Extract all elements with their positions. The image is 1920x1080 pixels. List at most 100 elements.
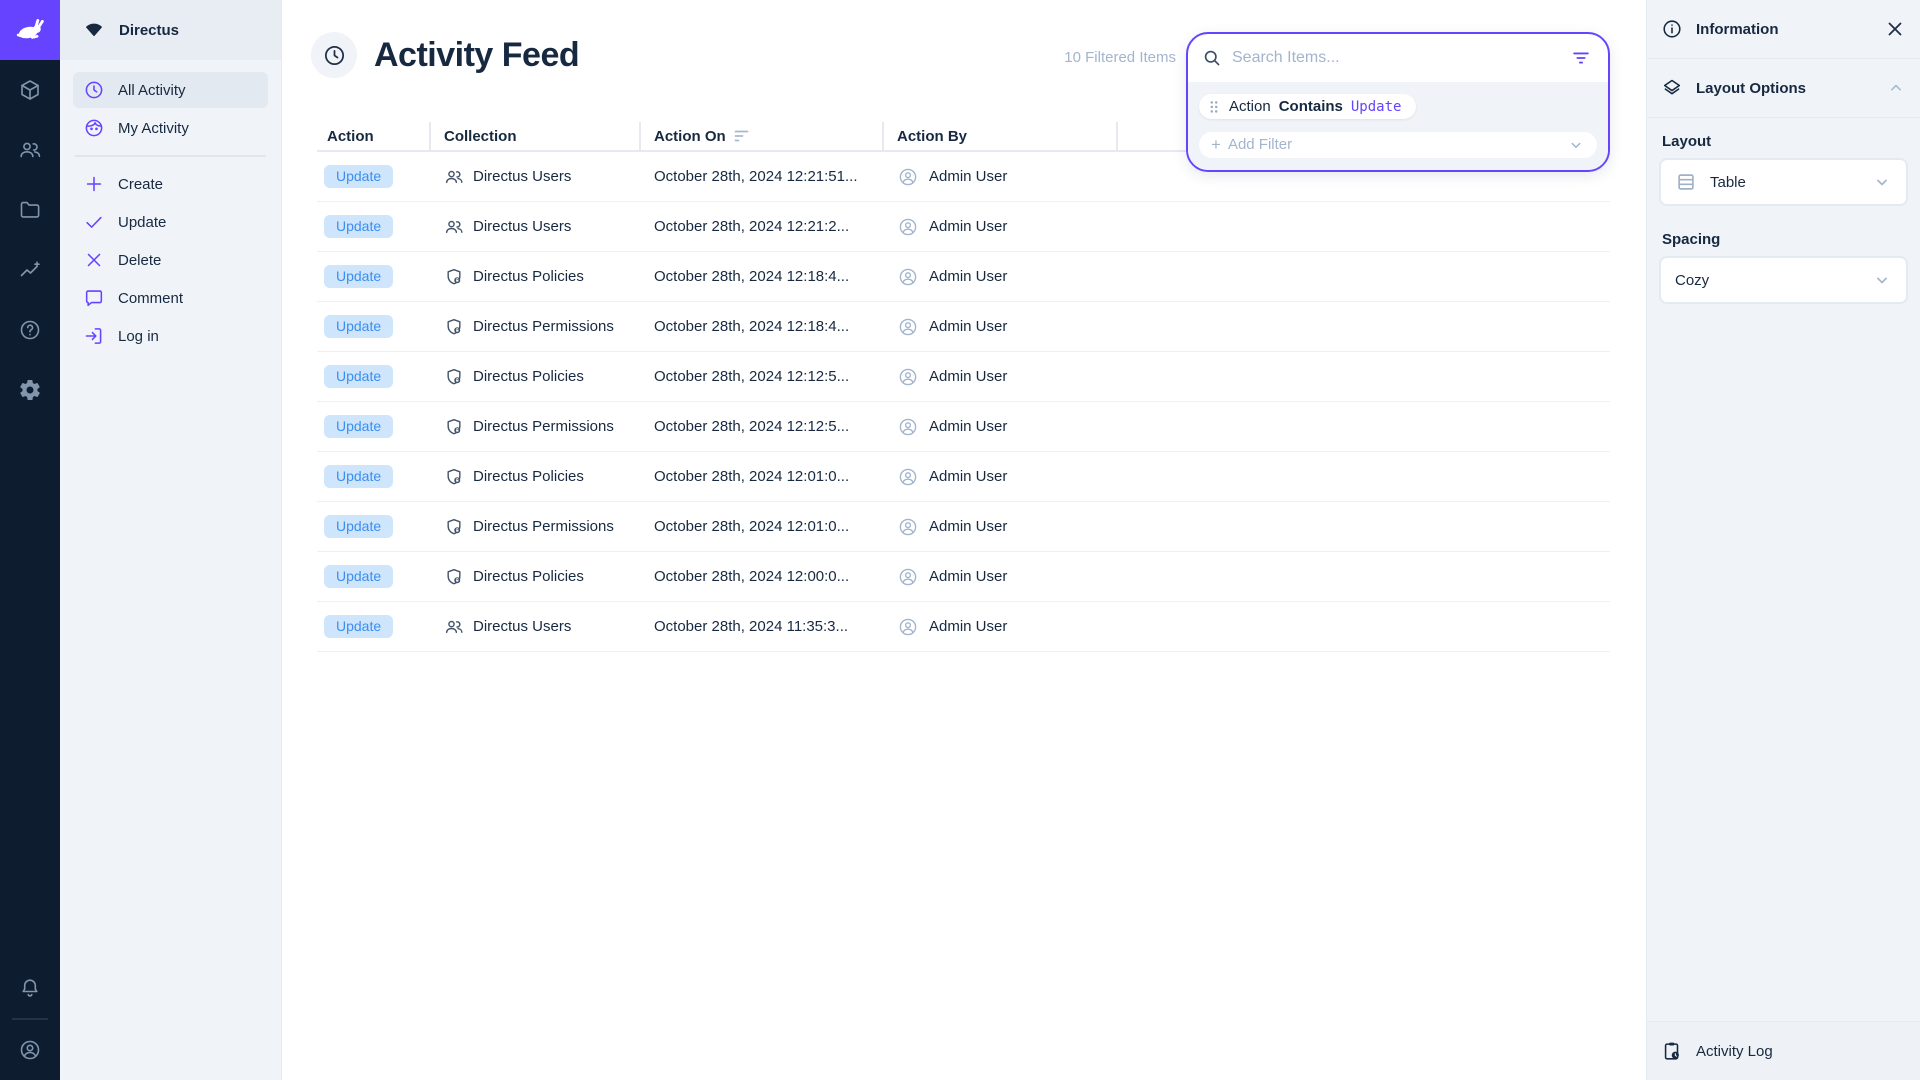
users-icon (18, 138, 42, 162)
table-row[interactable]: Update Directus Policies October 28th, 2… (317, 552, 1610, 602)
action-badge: Update (324, 265, 393, 288)
nav-item-update[interactable]: Update (73, 204, 268, 240)
layout-select[interactable]: Table (1659, 158, 1908, 206)
drag-handle-icon[interactable] (1207, 99, 1221, 115)
table-row[interactable]: Update Directus Policies October 28th, 2… (317, 452, 1610, 502)
current-user-button[interactable] (0, 1020, 60, 1080)
cell-action-by: Admin User (884, 516, 1118, 538)
collection-icon (444, 267, 464, 287)
table-body: Update Directus Users October 28th, 2024… (317, 152, 1610, 652)
project-header[interactable]: Directus (60, 0, 281, 60)
table-row[interactable]: Update Directus Permissions October 28th… (317, 502, 1610, 552)
column-header-action[interactable]: Action (317, 122, 431, 150)
nav-item-login[interactable]: Log in (73, 318, 268, 354)
module-insights[interactable] (0, 240, 60, 300)
layout-options-content: Layout Table Spacing Cozy (1647, 118, 1920, 1021)
action-badge: Update (324, 215, 393, 238)
nav-item-create[interactable]: Create (73, 166, 268, 202)
column-header-action-on[interactable]: Action On (641, 122, 884, 150)
sort-descending-icon (734, 129, 750, 143)
module-help[interactable] (0, 300, 60, 360)
cell-action: Update (317, 365, 431, 388)
module-content[interactable] (0, 60, 60, 120)
spacing-select[interactable]: Cozy (1659, 256, 1908, 304)
module-files[interactable] (0, 180, 60, 240)
cell-action-by: Admin User (884, 466, 1118, 488)
check-icon (83, 211, 105, 233)
table-row[interactable]: Update Directus Policies October 28th, 2… (317, 252, 1610, 302)
spacing-select-value: Cozy (1675, 272, 1859, 289)
nav-sidebar: Directus All Activity My Activity Create… (60, 0, 282, 1080)
layout-field-label: Layout (1662, 133, 1908, 150)
action-by-name: Admin User (929, 318, 1007, 335)
cell-action-on: October 28th, 2024 12:00:0... (641, 568, 884, 585)
column-header-collection[interactable]: Collection (431, 122, 641, 150)
nav-item-delete[interactable]: Delete (73, 242, 268, 278)
active-filter-chip[interactable]: Action Contains Update (1199, 94, 1416, 119)
plus-icon: + (1211, 136, 1221, 153)
filter-icon[interactable] (1570, 47, 1592, 69)
activity-log-label: Activity Log (1696, 1043, 1773, 1060)
table-row[interactable]: Update Directus Permissions October 28th… (317, 302, 1610, 352)
action-by-name: Admin User (929, 618, 1007, 635)
table-row[interactable]: Update Directus Permissions October 28th… (317, 402, 1610, 452)
module-users[interactable] (0, 120, 60, 180)
user-avatar-icon (897, 516, 919, 538)
activity-log-button[interactable]: Activity Log (1647, 1021, 1920, 1080)
collection-name: Directus Policies (473, 368, 584, 385)
table-row[interactable]: Update Directus Users October 28th, 2024… (317, 202, 1610, 252)
nav-item-comment[interactable]: Comment (73, 280, 268, 316)
filtered-items-count: 10 Filtered Items (1064, 49, 1176, 66)
chevron-down-icon (1567, 136, 1585, 154)
collection-name: Directus Users (473, 618, 571, 635)
action-badge: Update (324, 615, 393, 638)
search-input[interactable] (1232, 49, 1560, 67)
column-header-action-by[interactable]: Action By (884, 122, 1118, 150)
module-bar (0, 0, 60, 1080)
table-row[interactable]: Update Directus Policies October 28th, 2… (317, 352, 1610, 402)
cell-action-by: Admin User (884, 266, 1118, 288)
action-badge: Update (324, 515, 393, 538)
info-icon (1661, 18, 1683, 40)
help-icon (18, 318, 42, 342)
table-row[interactable]: Update Directus Users October 28th, 2024… (317, 602, 1610, 652)
cell-action-by: Admin User (884, 216, 1118, 238)
user-avatar-icon (897, 366, 919, 388)
nav-item-label: All Activity (118, 82, 186, 99)
nav-divider (75, 155, 266, 157)
activity-log-icon (1661, 1040, 1683, 1062)
user-avatar-icon (18, 1038, 42, 1062)
filter-value[interactable]: Update (1351, 99, 1402, 115)
cell-collection: Directus Policies (431, 367, 641, 387)
filter-operator[interactable]: Contains (1279, 98, 1343, 115)
cell-action-on: October 28th, 2024 12:21:51... (641, 168, 884, 185)
settings-gear-icon (18, 378, 42, 402)
cell-collection: Directus Permissions (431, 317, 641, 337)
user-avatar-icon (897, 266, 919, 288)
main-content: Activity Feed 10 Filtered Items Action C… (282, 0, 1646, 1080)
close-icon[interactable] (1884, 18, 1906, 40)
rabbit-icon (13, 13, 47, 47)
nav-item-all-activity[interactable]: All Activity (73, 72, 268, 108)
cell-action-by: Admin User (884, 566, 1118, 588)
cell-action-on: October 28th, 2024 12:21:2... (641, 218, 884, 235)
nav-item-label: My Activity (118, 120, 189, 137)
cell-action-on: October 28th, 2024 11:35:3... (641, 618, 884, 635)
chevron-up-icon[interactable] (1886, 78, 1906, 98)
collection-name: Directus Policies (473, 468, 584, 485)
nav-item-my-activity[interactable]: My Activity (73, 110, 268, 146)
cell-action: Update (317, 515, 431, 538)
cell-action-by: Admin User (884, 616, 1118, 638)
collection-icon (444, 217, 464, 237)
cell-collection: Directus Policies (431, 467, 641, 487)
user-avatar-icon (897, 616, 919, 638)
directus-logo[interactable] (0, 0, 60, 60)
layout-options-header[interactable]: Layout Options (1647, 59, 1920, 118)
add-filter-button[interactable]: + Add Filter (1199, 132, 1597, 158)
cell-collection: Directus Users (431, 217, 641, 237)
notifications-button[interactable] (0, 958, 60, 1018)
plus-icon (83, 173, 105, 195)
module-settings[interactable] (0, 360, 60, 420)
comment-icon (83, 287, 105, 309)
nav-list: All Activity My Activity Create Update D… (60, 60, 281, 368)
